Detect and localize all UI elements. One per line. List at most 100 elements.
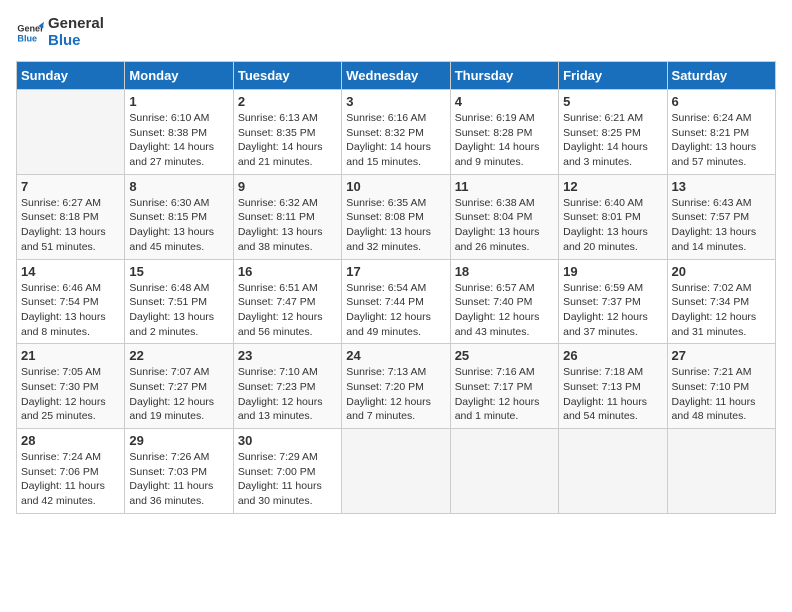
day-info: Sunrise: 6:51 AM Sunset: 7:47 PM Dayligh… [238, 281, 337, 340]
day-info: Sunrise: 7:29 AM Sunset: 7:00 PM Dayligh… [238, 450, 337, 509]
day-info: Sunrise: 7:26 AM Sunset: 7:03 PM Dayligh… [129, 450, 228, 509]
calendar-cell: 26Sunrise: 7:18 AM Sunset: 7:13 PM Dayli… [559, 344, 667, 429]
day-number: 27 [672, 348, 771, 363]
calendar-week-row: 7 Sunrise: 6:27 AM Sunset: 8:18 PM Daylig… [17, 174, 776, 259]
day-info: Sunrise: 6:57 AM Sunset: 7:40 PM Dayligh… [455, 281, 554, 340]
calendar-cell: 16 Sunrise: 6:51 AM Sunset: 7:47 PM Dayli… [233, 259, 341, 344]
day-number: 9 [238, 179, 337, 194]
day-info: Sunrise: 7:02 AM Sunset: 7:34 PM Dayligh… [672, 281, 771, 340]
day-number: 30 [238, 433, 337, 448]
day-info: Sunrise: 6:21 AM Sunset: 8:25 PM Dayligh… [563, 111, 662, 170]
day-info: Sunrise: 6:30 AM Sunset: 8:15 PM Dayligh… [129, 196, 228, 255]
calendar-cell: 21Sunrise: 7:05 AM Sunset: 7:30 PM Dayli… [17, 344, 125, 429]
day-number: 22 [129, 348, 228, 363]
day-info: Sunrise: 6:48 AM Sunset: 7:51 PM Dayligh… [129, 281, 228, 340]
header: General Blue General Blue [16, 16, 776, 49]
calendar-cell: 22 Sunrise: 7:07 AM Sunset: 7:27 PM Dayli… [125, 344, 233, 429]
day-info: Sunrise: 6:27 AM Sunset: 8:18 PM Dayligh… [21, 196, 120, 255]
calendar-cell: 10 Sunrise: 6:35 AM Sunset: 8:08 PM Dayli… [342, 174, 450, 259]
day-number: 16 [238, 264, 337, 279]
day-of-week-header: Sunday [17, 62, 125, 90]
svg-text:Blue: Blue [17, 33, 37, 43]
calendar-week-row: 14 Sunrise: 6:46 AM Sunset: 7:54 PM Dayli… [17, 259, 776, 344]
calendar-cell: 12 Sunrise: 6:40 AM Sunset: 8:01 PM Dayli… [559, 174, 667, 259]
day-number: 24 [346, 348, 445, 363]
day-number: 25 [455, 348, 554, 363]
day-info: Sunrise: 6:32 AM Sunset: 8:11 PM Dayligh… [238, 196, 337, 255]
day-of-week-header: Friday [559, 62, 667, 90]
day-info: Sunrise: 7:16 AM Sunset: 7:17 PM Dayligh… [455, 365, 554, 424]
day-info: Sunrise: 6:16 AM Sunset: 8:32 PM Dayligh… [346, 111, 445, 170]
day-info: Sunrise: 6:10 AM Sunset: 8:38 PM Dayligh… [129, 111, 228, 170]
calendar-cell: 25 Sunrise: 7:16 AM Sunset: 7:17 PM Dayli… [450, 344, 558, 429]
day-number: 17 [346, 264, 445, 279]
day-number: 5 [563, 94, 662, 109]
day-info: Sunrise: 6:43 AM Sunset: 7:57 PM Dayligh… [672, 196, 771, 255]
calendar-cell [667, 429, 775, 514]
calendar-cell: 11Sunrise: 6:38 AM Sunset: 8:04 PM Dayli… [450, 174, 558, 259]
calendar-cell: 8 Sunrise: 6:30 AM Sunset: 8:15 PM Daylig… [125, 174, 233, 259]
day-number: 11 [455, 179, 554, 194]
day-number: 28 [21, 433, 120, 448]
day-number: 20 [672, 264, 771, 279]
day-number: 7 [21, 179, 120, 194]
calendar-cell: 4 Sunrise: 6:19 AM Sunset: 8:28 PM Daylig… [450, 90, 558, 175]
day-info: Sunrise: 6:19 AM Sunset: 8:28 PM Dayligh… [455, 111, 554, 170]
day-info: Sunrise: 7:10 AM Sunset: 7:23 PM Dayligh… [238, 365, 337, 424]
day-of-week-header: Thursday [450, 62, 558, 90]
day-info: Sunrise: 7:21 AM Sunset: 7:10 PM Dayligh… [672, 365, 771, 424]
day-number: 1 [129, 94, 228, 109]
calendar-cell: 18Sunrise: 6:57 AM Sunset: 7:40 PM Dayli… [450, 259, 558, 344]
day-number: 6 [672, 94, 771, 109]
day-number: 14 [21, 264, 120, 279]
day-info: Sunrise: 6:59 AM Sunset: 7:37 PM Dayligh… [563, 281, 662, 340]
logo-text-general: General [48, 15, 104, 32]
calendar-cell: 27 Sunrise: 7:21 AM Sunset: 7:10 PM Dayli… [667, 344, 775, 429]
calendar-cell [17, 90, 125, 175]
day-info: Sunrise: 6:35 AM Sunset: 8:08 PM Dayligh… [346, 196, 445, 255]
logo: General Blue General Blue [16, 16, 104, 49]
calendar-cell: 19Sunrise: 6:59 AM Sunset: 7:37 PM Dayli… [559, 259, 667, 344]
day-number: 3 [346, 94, 445, 109]
calendar-cell: 29 Sunrise: 7:26 AM Sunset: 7:03 PM Dayli… [125, 429, 233, 514]
calendar-cell: 9 Sunrise: 6:32 AM Sunset: 8:11 PM Daylig… [233, 174, 341, 259]
day-number: 23 [238, 348, 337, 363]
day-number: 29 [129, 433, 228, 448]
calendar-week-row: 21Sunrise: 7:05 AM Sunset: 7:30 PM Dayli… [17, 344, 776, 429]
day-info: Sunrise: 6:24 AM Sunset: 8:21 PM Dayligh… [672, 111, 771, 170]
day-info: Sunrise: 6:13 AM Sunset: 8:35 PM Dayligh… [238, 111, 337, 170]
day-of-week-header: Tuesday [233, 62, 341, 90]
day-info: Sunrise: 7:13 AM Sunset: 7:20 PM Dayligh… [346, 365, 445, 424]
day-number: 13 [672, 179, 771, 194]
day-info: Sunrise: 7:24 AM Sunset: 7:06 PM Dayligh… [21, 450, 120, 509]
day-of-week-header: Wednesday [342, 62, 450, 90]
day-info: Sunrise: 7:05 AM Sunset: 7:30 PM Dayligh… [21, 365, 120, 424]
calendar-cell: 15 Sunrise: 6:48 AM Sunset: 7:51 PM Dayli… [125, 259, 233, 344]
day-info: Sunrise: 6:40 AM Sunset: 8:01 PM Dayligh… [563, 196, 662, 255]
calendar-cell: 2Sunrise: 6:13 AM Sunset: 8:35 PM Daylig… [233, 90, 341, 175]
calendar-cell: 24 Sunrise: 7:13 AM Sunset: 7:20 PM Dayli… [342, 344, 450, 429]
calendar-cell: 6 Sunrise: 6:24 AM Sunset: 8:21 PM Daylig… [667, 90, 775, 175]
logo-text-blue: Blue [48, 32, 81, 49]
calendar-cell: 30 Sunrise: 7:29 AM Sunset: 7:00 PM Dayli… [233, 429, 341, 514]
day-number: 10 [346, 179, 445, 194]
day-info: Sunrise: 7:07 AM Sunset: 7:27 PM Dayligh… [129, 365, 228, 424]
day-number: 4 [455, 94, 554, 109]
calendar-cell: 13 Sunrise: 6:43 AM Sunset: 7:57 PM Dayli… [667, 174, 775, 259]
calendar-cell: 28 Sunrise: 7:24 AM Sunset: 7:06 PM Dayli… [17, 429, 125, 514]
day-number: 8 [129, 179, 228, 194]
calendar-cell [559, 429, 667, 514]
day-number: 26 [563, 348, 662, 363]
logo-icon: General Blue [16, 19, 44, 47]
calendar-cell: 17Sunrise: 6:54 AM Sunset: 7:44 PM Dayli… [342, 259, 450, 344]
day-of-week-header: Saturday [667, 62, 775, 90]
calendar-cell: 5 Sunrise: 6:21 AM Sunset: 8:25 PM Daylig… [559, 90, 667, 175]
calendar-week-row: 28 Sunrise: 7:24 AM Sunset: 7:06 PM Dayli… [17, 429, 776, 514]
day-number: 12 [563, 179, 662, 194]
calendar-cell: 1 Sunrise: 6:10 AM Sunset: 8:38 PM Daylig… [125, 90, 233, 175]
calendar-cell: 23 Sunrise: 7:10 AM Sunset: 7:23 PM Dayli… [233, 344, 341, 429]
calendar-cell: 3 Sunrise: 6:16 AM Sunset: 8:32 PM Daylig… [342, 90, 450, 175]
day-info: Sunrise: 6:46 AM Sunset: 7:54 PM Dayligh… [21, 281, 120, 340]
day-number: 15 [129, 264, 228, 279]
calendar-week-row: 1 Sunrise: 6:10 AM Sunset: 8:38 PM Daylig… [17, 90, 776, 175]
